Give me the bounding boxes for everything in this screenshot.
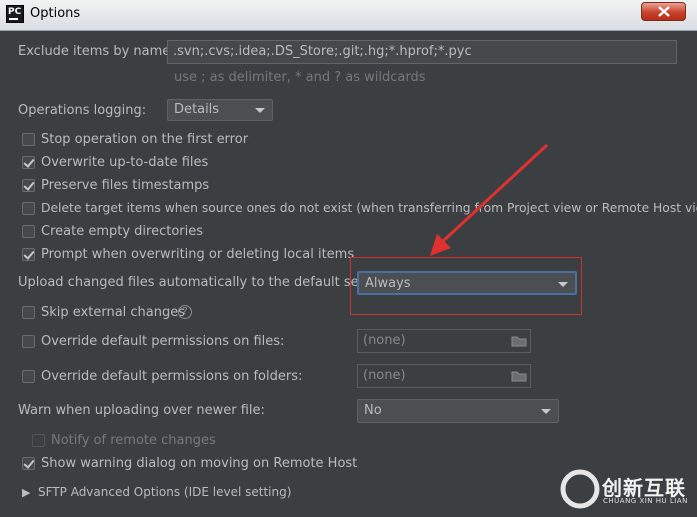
notify-remote-changes-label: Notify of remote changes xyxy=(51,433,216,448)
preserve-timestamps-label: Preserve files timestamps xyxy=(41,178,210,193)
delete-target-label: Delete target items when source ones do … xyxy=(41,201,697,215)
exclude-hint: use ; as delimiter, * and ? as wildcards xyxy=(174,70,426,85)
permissions-files-value: (none) xyxy=(363,333,406,348)
show-warning-dialog-checkbox[interactable] xyxy=(22,457,35,470)
warn-newer-file-label: Warn when uploading over newer file: xyxy=(18,403,265,418)
create-empty-dirs-checkbox[interactable] xyxy=(22,225,35,238)
help-icon[interactable]: ? xyxy=(178,305,192,319)
upload-changed-files-value: Always xyxy=(365,276,411,291)
watermark-emblem-icon xyxy=(560,469,600,509)
delete-target-checkbox[interactable] xyxy=(22,202,35,215)
sftp-advanced-options[interactable]: SFTP Advanced Options (IDE level setting… xyxy=(38,485,291,499)
upload-changed-files-label: Upload changed files automatically to th… xyxy=(18,275,386,290)
warn-newer-file-dropdown[interactable]: No xyxy=(357,399,559,423)
chevron-down-icon xyxy=(558,282,568,287)
skip-external-changes-label: Skip external changes xyxy=(41,305,186,320)
stop-on-error-checkbox[interactable] xyxy=(22,133,35,146)
preserve-timestamps-checkbox[interactable] xyxy=(22,179,35,192)
folder-icon[interactable] xyxy=(508,333,530,353)
create-empty-dirs-label: Create empty directories xyxy=(41,224,204,239)
upload-changed-files-dropdown[interactable]: Always xyxy=(357,271,577,295)
close-icon xyxy=(658,6,670,17)
title-bar: PC Options xyxy=(0,0,697,31)
prompt-overwrite-label: Prompt when overwriting or deleting loca… xyxy=(41,247,355,262)
permissions-files-input: (none) xyxy=(357,329,531,353)
override-permissions-files-checkbox[interactable] xyxy=(22,335,35,348)
operations-logging-dropdown[interactable]: Details xyxy=(167,99,273,121)
window-title: Options xyxy=(30,6,81,21)
sftp-expand-icon[interactable]: ▶ xyxy=(22,486,30,499)
warn-newer-file-value: No xyxy=(364,403,382,418)
chevron-down-icon xyxy=(255,108,265,113)
operations-logging-label: Operations logging: xyxy=(18,103,147,118)
permissions-folders-value: (none) xyxy=(363,368,406,383)
overwrite-checkbox[interactable] xyxy=(22,156,35,169)
prompt-overwrite-checkbox[interactable] xyxy=(22,248,35,261)
close-button[interactable] xyxy=(641,2,686,21)
override-permissions-files-label: Override default permissions on files: xyxy=(41,334,285,349)
folder-icon[interactable] xyxy=(508,368,530,388)
watermark-sub: CHUANG XIN HU LIAN xyxy=(603,497,688,505)
overwrite-label: Overwrite up-to-date files xyxy=(41,155,209,170)
chevron-down-icon xyxy=(541,409,551,414)
pycharm-app-icon: PC xyxy=(6,5,24,23)
override-permissions-folders-label: Override default permissions on folders: xyxy=(41,369,303,384)
override-permissions-folders-checkbox[interactable] xyxy=(22,370,35,383)
show-warning-dialog-label: Show warning dialog on moving on Remote … xyxy=(41,456,358,471)
permissions-folders-input: (none) xyxy=(357,364,531,388)
stop-on-error-label: Stop operation on the first error xyxy=(41,132,249,147)
operations-logging-value: Details xyxy=(174,102,220,117)
watermark-logo: 创新互联 CHUANG XIN HU LIAN xyxy=(560,466,694,512)
skip-external-changes-checkbox[interactable] xyxy=(22,306,35,319)
notify-remote-changes-checkbox xyxy=(32,434,45,447)
exclude-items-input[interactable]: .svn;.cvs;.idea;.DS_Store;.git;.hg;*.hpr… xyxy=(167,40,677,64)
exclude-items-label: Exclude items by name: xyxy=(18,44,175,59)
